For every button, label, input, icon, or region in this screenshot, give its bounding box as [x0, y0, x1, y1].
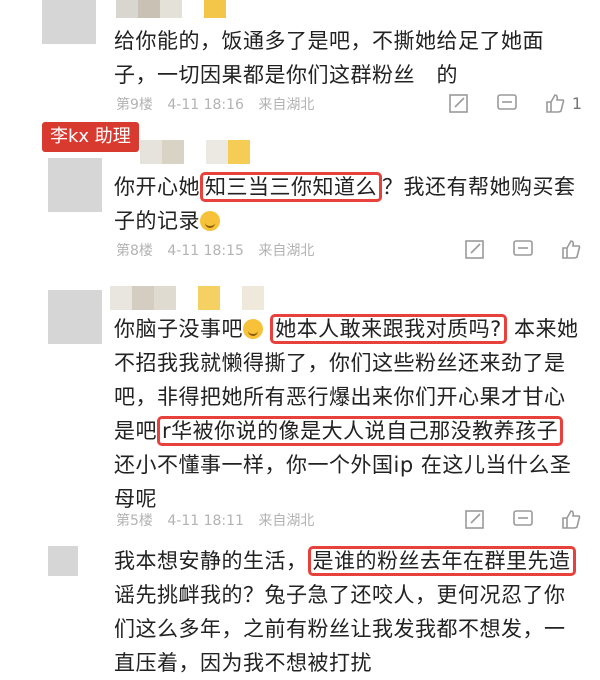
like-count: 1: [571, 93, 582, 113]
comment-actions: [464, 508, 582, 530]
like-icon[interactable]: [560, 238, 582, 260]
floor-number: 第5楼: [116, 513, 153, 529]
blurred-username: [116, 0, 226, 18]
comment-line: 谣先挑衅我的？兔子急了还咬人，更何况忍了你: [114, 583, 566, 607]
floor-number: 第8楼: [116, 243, 153, 259]
like-icon[interactable]: [560, 508, 582, 530]
comment-location: 来自湖北: [258, 513, 315, 529]
comment-line: 子的记录: [114, 204, 584, 238]
assistant-badge: 李kx 助理: [42, 122, 139, 152]
comment-actions: [464, 238, 582, 260]
comment-line: 还小不懂事一样，你一个外国ip 在这儿当什么圣: [114, 453, 572, 477]
highlight-box: 是谁的粉丝去年在群里先造: [307, 546, 576, 576]
floor-number: 第9楼: [116, 97, 153, 113]
comment-location: 来自湖北: [258, 243, 315, 259]
comment-text: 你脑子没事吧 她本人敢来跟我对质吗? 本来她 不招我我就懒得撕了，你们这些粉丝还…: [114, 312, 584, 516]
text-segment: 本来她: [514, 317, 579, 341]
comment-text: 给你能的，饭通多了是吧，不撕她给足了她面 子，一切因果都是你们这群粉丝 的: [114, 24, 584, 92]
comment-line: 吧，非得把她所有恶行爆出来你们开心果才甘心: [114, 385, 566, 409]
highlight-box: 知三当三你知道么: [200, 172, 382, 202]
smile-emoji-icon: [200, 211, 220, 231]
like-icon[interactable]: [544, 92, 566, 114]
comment-icon[interactable]: [512, 508, 534, 530]
text-segment: 子的记录: [114, 209, 200, 233]
comment-meta: 第5楼 4-11 18:11 来自湖北: [116, 510, 324, 530]
comment-date: 4-11 18:11: [167, 513, 244, 529]
comment-line: 我本想安静的生活， 是谁的粉丝去年在群里先造: [114, 544, 584, 578]
comment-line: 子，一切因果都是你们这群粉丝 的: [114, 63, 458, 87]
text-segment: 是吧: [114, 419, 157, 443]
comment-text: 你开心她 知三当三你知道么 ？我还有帮她购买套 子的记录: [114, 170, 584, 238]
avatar[interactable]: [48, 546, 78, 576]
edit-icon[interactable]: [448, 92, 470, 114]
comment-line: 是吧 r华被你说的像是大人说自己那没教养孩子: [114, 414, 584, 448]
text-segment: ？我还有帮她购买套: [382, 175, 576, 199]
comment-line: 你开心她 知三当三你知道么 ？我还有帮她购买套: [114, 170, 584, 204]
comment-line: 给你能的，饭通多了是吧，不撕她给足了她面: [114, 29, 544, 53]
text-segment: 你脑子没事吧: [114, 317, 243, 341]
comment-date: 4-11 18:16: [167, 97, 244, 113]
comment-meta: 第9楼 4-11 18:16 来自湖北: [116, 94, 324, 114]
blurred-username: [110, 286, 264, 310]
blurred-username: [140, 140, 250, 164]
text-segment: 我本想安静的生活，: [114, 549, 308, 573]
smile-emoji-icon: [243, 319, 263, 339]
comment-icon[interactable]: [496, 92, 518, 114]
avatar[interactable]: [48, 158, 102, 212]
comment-meta: 第8楼 4-11 18:15 来自湖北: [116, 240, 324, 260]
comment-line: 们这么多年，之前有粉丝让我发我都不想发，一: [114, 617, 566, 641]
edit-icon[interactable]: [464, 508, 486, 530]
comment-line: 你脑子没事吧 她本人敢来跟我对质吗? 本来她: [114, 312, 584, 346]
comment-text: 我本想安静的生活， 是谁的粉丝去年在群里先造 谣先挑衅我的？兔子急了还咬人，更何况…: [114, 544, 584, 680]
comment-line: 直压着，因为我不想被打扰: [114, 651, 372, 675]
comment-actions: 1: [448, 92, 582, 114]
highlight-box: r华被你说的像是大人说自己那没教养孩子: [157, 416, 564, 446]
highlight-box: 她本人敢来跟我对质吗?: [270, 314, 507, 344]
text-segment: 你开心她: [114, 175, 200, 199]
comment-line: 不招我我就懒得撕了，你们这些粉丝还来劲了是: [114, 351, 566, 375]
comment-date: 4-11 18:15: [167, 243, 244, 259]
comment-icon[interactable]: [512, 238, 534, 260]
avatar[interactable]: [42, 0, 96, 44]
edit-icon[interactable]: [464, 238, 486, 260]
avatar[interactable]: [48, 290, 102, 344]
comment-location: 来自湖北: [258, 97, 315, 113]
